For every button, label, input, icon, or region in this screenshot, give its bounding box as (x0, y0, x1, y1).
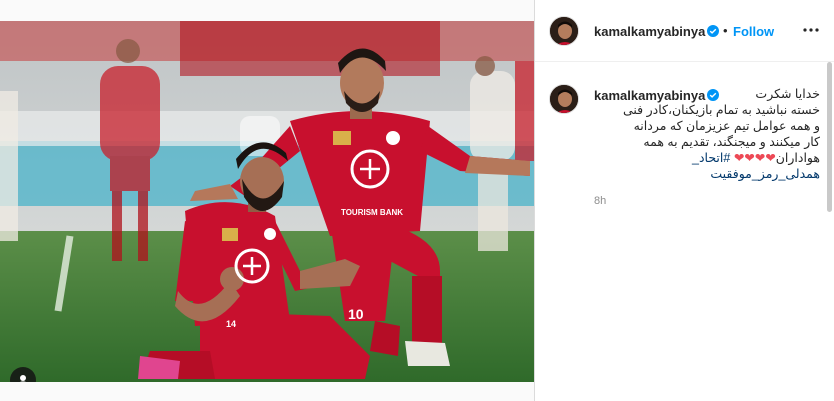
avatar[interactable] (549, 16, 579, 46)
post-photo[interactable]: TOURISM BANK 10 14 (0, 21, 534, 382)
jersey-number-front: 10 (348, 306, 364, 322)
caption-text: خدایا شکرت خسته نباشید به تمام بازیکنان،ک… (594, 86, 820, 182)
caption-line-2: خسته نباشید به تمام بازیکنان،کادر فنی (622, 103, 820, 117)
post-header: kamalkamyabinya • Follow (535, 0, 834, 62)
scrollbar[interactable] (827, 62, 832, 212)
caption-line-5-text: هواداران (775, 151, 820, 165)
more-options-icon[interactable] (801, 22, 821, 38)
jersey-sponsor-text: TOURISM BANK (341, 208, 403, 217)
separator-dot: • (723, 23, 728, 38)
follow-button[interactable]: Follow (733, 24, 774, 39)
caption-line-4: کار میکنند و میجنگند، تقدیم به همه (643, 135, 820, 149)
hashtag-link[interactable]: #اتحاد_ (692, 151, 730, 165)
jersey-number-kneel: 14 (226, 319, 236, 329)
post-caption: kamalkamyabinya خدایا شکرت خسته نباشید به… (535, 62, 834, 401)
post-time[interactable]: 8h (594, 195, 606, 207)
caption-avatar[interactable] (549, 84, 579, 114)
instagram-post-page: TOURISM BANK 10 14 kamalkamyabinya • Fol… (0, 0, 834, 401)
caption-line-5: هواداران❤❤❤❤ #اتحاد_ (594, 150, 820, 166)
caption-line-6-hashtag[interactable]: همدلی_رمز_موفقیت (594, 166, 820, 182)
verified-badge-icon (707, 25, 719, 37)
caption-line-1: خدایا شکرت (755, 87, 820, 101)
caption-line-3: و همه عوامل تیم عزیزمان که مردانه (633, 119, 820, 133)
profile-photo (550, 17, 578, 45)
profile-photo (550, 85, 578, 113)
person-icon (19, 374, 27, 382)
post-photo-illustration: TOURISM BANK 10 14 (0, 21, 534, 382)
header-username-link[interactable]: kamalkamyabinya (594, 24, 705, 39)
hearts-emoji: ❤❤❤❤ (733, 151, 776, 165)
post-side-panel: kamalkamyabinya • Follow kamalkamyabinya… (534, 0, 834, 401)
